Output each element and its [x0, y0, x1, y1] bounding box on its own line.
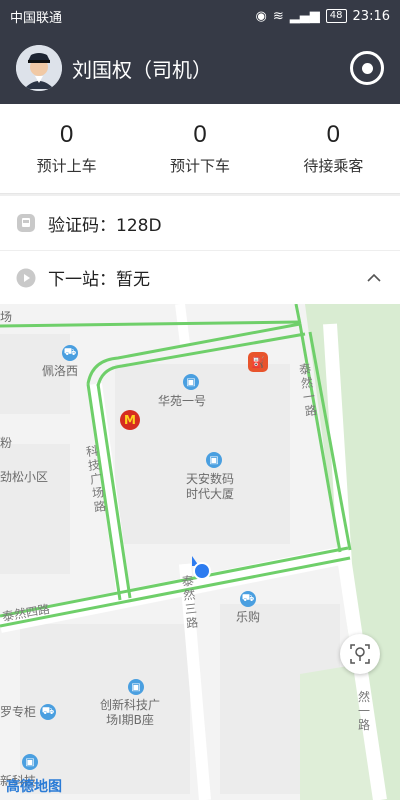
- stat-value: 0: [59, 121, 74, 148]
- driver-avatar[interactable]: [16, 45, 62, 91]
- trip-info: 验证码：128D 下一站：暂无: [0, 196, 400, 304]
- poi-fen: 粉: [0, 436, 13, 450]
- shopping-cart-icon: ⛟: [240, 591, 256, 607]
- mcdonalds-icon[interactable]: M: [120, 410, 140, 430]
- app-header: 刘国权（司机）: [0, 32, 400, 104]
- locate-icon: [350, 644, 370, 664]
- stat-value: 0: [326, 121, 340, 148]
- carrier-label: 中国联通: [10, 10, 63, 26]
- bus-icon: [16, 213, 36, 233]
- building-icon: ▣: [128, 679, 144, 695]
- record-dot-icon: [361, 62, 373, 74]
- poi-songxiaoqu[interactable]: 劲松小区: [0, 470, 48, 485]
- next-stop-row[interactable]: 下一站：暂无: [0, 250, 400, 304]
- play-icon: [16, 268, 36, 288]
- poi-tianan[interactable]: 天安数码 时代大厦: [186, 472, 234, 502]
- record-button[interactable]: [350, 51, 384, 85]
- shopping-cart-icon: ⛟: [62, 345, 78, 361]
- shopping-cart-icon: ⛟: [40, 704, 56, 720]
- poi-lego[interactable]: 乐购: [236, 610, 260, 625]
- location-status-icon: ◉: [255, 8, 267, 24]
- map-provider-logo: 高德地图: [6, 779, 62, 795]
- driver-name: 刘国权（司机）: [72, 57, 212, 82]
- stat-expected-boarding: 0 预计上车: [0, 104, 133, 193]
- battery-icon: 48: [325, 9, 347, 23]
- map-view[interactable]: ⛟ 佩洛西 ▣ 华苑一号 ▣ 天安数码 时代大厦 M ⛽ ⛟ 乐购 ▣ 创新科技…: [0, 304, 400, 800]
- building-icon: ▣: [183, 374, 199, 390]
- poi-peiluoxi[interactable]: 佩洛西: [42, 364, 78, 379]
- stat-label: 预计上车: [36, 157, 97, 175]
- current-location-marker: [193, 562, 211, 580]
- road-label-tairan1b: 然一路: [358, 690, 371, 732]
- locate-me-button[interactable]: [340, 634, 380, 674]
- poi-chang: 场: [0, 310, 13, 324]
- wifi-icon: ≋: [272, 8, 284, 24]
- stat-label: 待接乘客: [303, 157, 364, 175]
- building-icon: ▣: [206, 452, 222, 468]
- driver-avatar-icon: [16, 45, 62, 91]
- clock: 23:16: [352, 8, 390, 24]
- stat-value: 0: [193, 121, 207, 148]
- stat-expected-alighting: 0 预计下车: [133, 104, 266, 193]
- stat-waiting-passengers: 0 待接乘客: [267, 104, 400, 193]
- chevron-up-icon[interactable]: [364, 268, 384, 288]
- signal-icon: ▂▄▆: [289, 8, 320, 24]
- stats-panel: 0 预计上车 0 预计下车 0 待接乘客: [0, 104, 400, 194]
- poi-huayuan[interactable]: 华苑一号: [158, 394, 206, 409]
- verification-code-row: 验证码：128D: [0, 196, 400, 250]
- status-bar: 中国联通 ◉ ≋ ▂▄▆ 48 23:16: [0, 0, 400, 32]
- gas-station-icon[interactable]: ⛽: [248, 352, 268, 372]
- poi-luozhuangui[interactable]: 罗专柜: [0, 705, 36, 720]
- poi-chuangxin[interactable]: 创新科技广 场I期B座: [100, 698, 160, 728]
- verification-code: 验证码：128D: [48, 215, 162, 236]
- stat-label: 预计下车: [169, 157, 230, 175]
- next-stop: 下一站：暂无: [48, 270, 150, 290]
- building-icon: ▣: [22, 754, 38, 770]
